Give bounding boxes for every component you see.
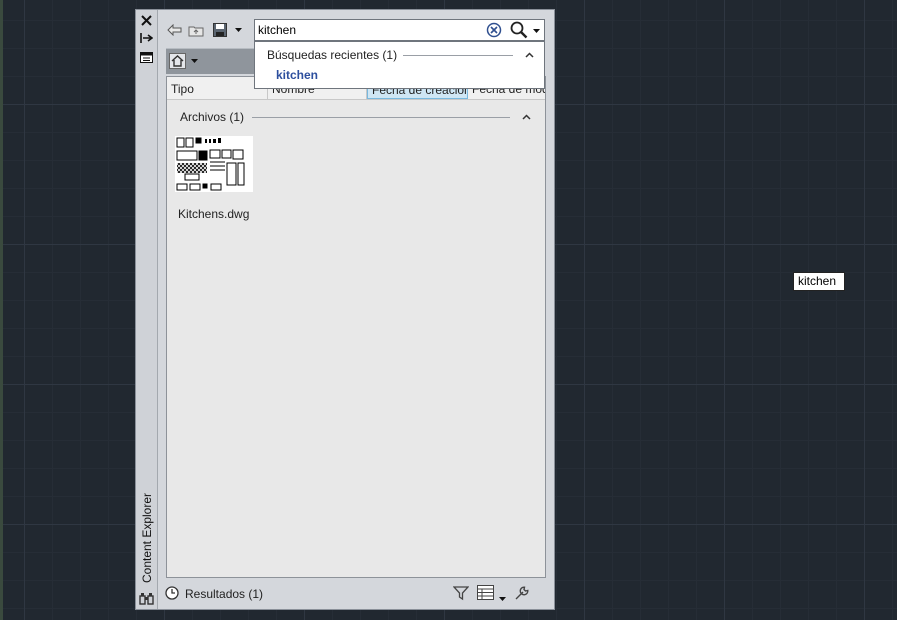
- history-icon: [165, 586, 179, 600]
- group-label: Archivos (1): [180, 110, 245, 124]
- recent-searches-label: Búsquedas recientes (1): [267, 48, 398, 62]
- view-mode-dropdown[interactable]: [499, 590, 508, 601]
- status-bar: Resultados (1): [158, 580, 554, 608]
- save-icon: [213, 23, 227, 37]
- chevron-down-icon: [499, 597, 506, 601]
- content-explorer-palette: Content Explorer kitchen Tipo Nombre Fec…: [135, 9, 555, 610]
- recent-searches-divider: [403, 54, 513, 56]
- palette-title-text: Content Explorer: [140, 492, 155, 584]
- back-arrow-icon: [166, 24, 181, 36]
- search-box[interactable]: [254, 19, 545, 41]
- group-divider: [252, 116, 510, 118]
- folder-up-icon: [188, 26, 204, 36]
- filter-icon: [452, 586, 470, 601]
- wrench-icon: [515, 586, 529, 600]
- search-input[interactable]: [258, 22, 478, 38]
- search-icon: [510, 21, 528, 39]
- auto-hide-icon: [140, 33, 153, 43]
- save-search-dropdown[interactable]: [233, 22, 243, 38]
- binoculars-icon: [139, 592, 154, 605]
- chevron-up-icon: [523, 49, 535, 61]
- close-icon: [141, 14, 152, 26]
- palette-title: Content Explorer: [136, 492, 158, 584]
- filter-button[interactable]: [452, 585, 470, 601]
- file-name: Kitchens.dwg: [178, 207, 250, 221]
- recent-searches-dropdown: Búsquedas recientes (1) kitchen: [254, 41, 545, 89]
- recent-search-item[interactable]: kitchen: [276, 68, 318, 82]
- auto-hide-button[interactable]: [138, 31, 155, 45]
- group-header-files[interactable]: Archivos (1): [180, 109, 532, 125]
- chevron-down-icon: [191, 59, 198, 63]
- view-mode-button[interactable]: [477, 585, 495, 601]
- settings-button[interactable]: [514, 585, 530, 601]
- properties-button[interactable]: [138, 50, 155, 64]
- chevron-down-icon: [532, 29, 540, 33]
- results-count: Resultados (1): [185, 587, 264, 601]
- home-icon: [169, 53, 186, 69]
- file-thumbnail: [175, 136, 253, 192]
- chevron-up-icon: [520, 111, 532, 123]
- file-item[interactable]: Kitchens.dwg: [172, 136, 254, 228]
- search-options-dropdown[interactable]: [530, 24, 542, 36]
- home-button[interactable]: [169, 52, 199, 70]
- palette-title-strip[interactable]: Content Explorer: [136, 10, 158, 609]
- recent-searches-header[interactable]: Búsquedas recientes (1): [267, 48, 535, 62]
- navigation-bar: [166, 48, 258, 74]
- clear-icon: [486, 22, 502, 38]
- clear-search-button[interactable]: [486, 22, 502, 38]
- close-button[interactable]: [138, 13, 155, 27]
- palette-main: Tipo Nombre Fecha de creación Fecha de m…: [158, 10, 554, 609]
- results-view: Tipo Nombre Fecha de creación Fecha de m…: [166, 76, 546, 578]
- back-button[interactable]: [166, 22, 182, 38]
- save-search-button[interactable]: [212, 22, 228, 38]
- content-explorer-logo-button[interactable]: [138, 591, 155, 605]
- up-folder-button[interactable]: [188, 22, 204, 38]
- properties-icon: [140, 51, 153, 63]
- search-button[interactable]: [510, 21, 528, 39]
- column-type[interactable]: Tipo: [167, 77, 268, 99]
- canvas-left-edge: [0, 0, 3, 620]
- details-view-icon: [477, 585, 494, 600]
- canvas-tooltip: kitchen: [793, 272, 845, 291]
- chevron-down-icon: [234, 28, 242, 32]
